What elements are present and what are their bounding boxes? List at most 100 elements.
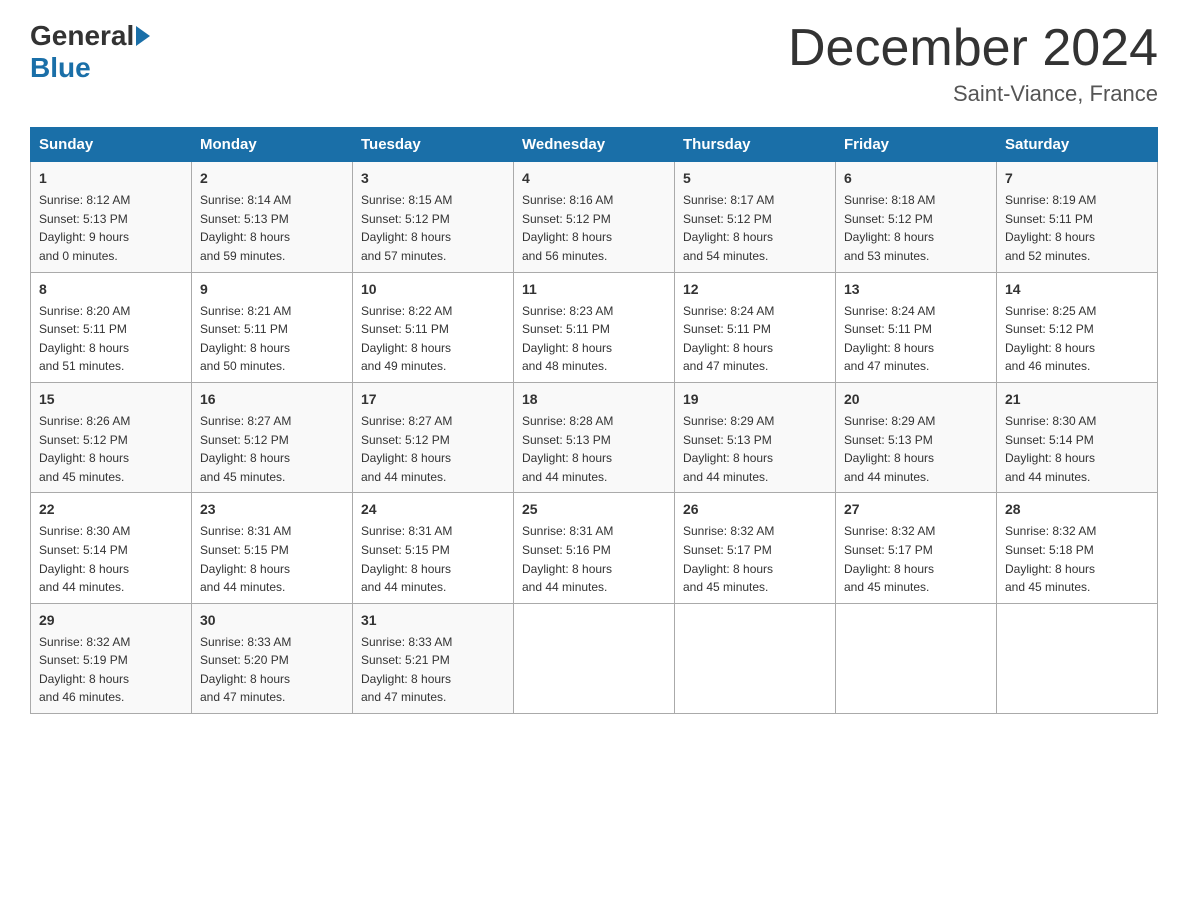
logo: General Blue <box>30 20 152 84</box>
calendar-cell: 8Sunrise: 8:20 AM Sunset: 5:11 PM Daylig… <box>31 272 192 382</box>
column-header-friday: Friday <box>836 128 997 162</box>
day-info: Sunrise: 8:30 AM Sunset: 5:14 PM Dayligh… <box>39 522 183 596</box>
day-info: Sunrise: 8:31 AM Sunset: 5:15 PM Dayligh… <box>200 522 344 596</box>
day-number: 29 <box>39 610 183 631</box>
calendar-table: SundayMondayTuesdayWednesdayThursdayFrid… <box>30 127 1158 714</box>
logo-blue-text: Blue <box>30 52 91 84</box>
day-number: 4 <box>522 168 666 189</box>
day-number: 17 <box>361 389 505 410</box>
day-info: Sunrise: 8:24 AM Sunset: 5:11 PM Dayligh… <box>683 302 827 376</box>
day-number: 12 <box>683 279 827 300</box>
calendar-cell: 6Sunrise: 8:18 AM Sunset: 5:12 PM Daylig… <box>836 162 997 272</box>
day-info: Sunrise: 8:32 AM Sunset: 5:18 PM Dayligh… <box>1005 522 1149 596</box>
day-number: 9 <box>200 279 344 300</box>
day-info: Sunrise: 8:14 AM Sunset: 5:13 PM Dayligh… <box>200 191 344 265</box>
column-header-sunday: Sunday <box>31 128 192 162</box>
calendar-cell: 25Sunrise: 8:31 AM Sunset: 5:16 PM Dayli… <box>514 493 675 603</box>
calendar-cell: 4Sunrise: 8:16 AM Sunset: 5:12 PM Daylig… <box>514 162 675 272</box>
day-info: Sunrise: 8:24 AM Sunset: 5:11 PM Dayligh… <box>844 302 988 376</box>
day-number: 5 <box>683 168 827 189</box>
day-number: 20 <box>844 389 988 410</box>
day-number: 2 <box>200 168 344 189</box>
calendar-cell: 17Sunrise: 8:27 AM Sunset: 5:12 PM Dayli… <box>353 382 514 492</box>
day-number: 26 <box>683 499 827 520</box>
day-number: 8 <box>39 279 183 300</box>
week-row-1: 1Sunrise: 8:12 AM Sunset: 5:13 PM Daylig… <box>31 162 1158 272</box>
day-info: Sunrise: 8:29 AM Sunset: 5:13 PM Dayligh… <box>683 412 827 486</box>
day-info: Sunrise: 8:21 AM Sunset: 5:11 PM Dayligh… <box>200 302 344 376</box>
calendar-cell: 7Sunrise: 8:19 AM Sunset: 5:11 PM Daylig… <box>997 162 1158 272</box>
day-number: 22 <box>39 499 183 520</box>
day-info: Sunrise: 8:19 AM Sunset: 5:11 PM Dayligh… <box>1005 191 1149 265</box>
calendar-cell: 10Sunrise: 8:22 AM Sunset: 5:11 PM Dayli… <box>353 272 514 382</box>
week-row-3: 15Sunrise: 8:26 AM Sunset: 5:12 PM Dayli… <box>31 382 1158 492</box>
calendar-cell: 24Sunrise: 8:31 AM Sunset: 5:15 PM Dayli… <box>353 493 514 603</box>
title-area: December 2024 Saint-Viance, France <box>788 20 1158 107</box>
calendar-cell <box>675 603 836 713</box>
day-info: Sunrise: 8:16 AM Sunset: 5:12 PM Dayligh… <box>522 191 666 265</box>
day-number: 3 <box>361 168 505 189</box>
day-info: Sunrise: 8:31 AM Sunset: 5:15 PM Dayligh… <box>361 522 505 596</box>
week-row-5: 29Sunrise: 8:32 AM Sunset: 5:19 PM Dayli… <box>31 603 1158 713</box>
calendar-cell: 19Sunrise: 8:29 AM Sunset: 5:13 PM Dayli… <box>675 382 836 492</box>
day-info: Sunrise: 8:17 AM Sunset: 5:12 PM Dayligh… <box>683 191 827 265</box>
day-info: Sunrise: 8:12 AM Sunset: 5:13 PM Dayligh… <box>39 191 183 265</box>
day-number: 19 <box>683 389 827 410</box>
calendar-cell: 31Sunrise: 8:33 AM Sunset: 5:21 PM Dayli… <box>353 603 514 713</box>
day-number: 14 <box>1005 279 1149 300</box>
calendar-cell: 27Sunrise: 8:32 AM Sunset: 5:17 PM Dayli… <box>836 493 997 603</box>
calendar-cell: 14Sunrise: 8:25 AM Sunset: 5:12 PM Dayli… <box>997 272 1158 382</box>
calendar-cell: 9Sunrise: 8:21 AM Sunset: 5:11 PM Daylig… <box>192 272 353 382</box>
calendar-cell: 13Sunrise: 8:24 AM Sunset: 5:11 PM Dayli… <box>836 272 997 382</box>
calendar-cell: 18Sunrise: 8:28 AM Sunset: 5:13 PM Dayli… <box>514 382 675 492</box>
day-info: Sunrise: 8:32 AM Sunset: 5:19 PM Dayligh… <box>39 633 183 707</box>
day-number: 23 <box>200 499 344 520</box>
calendar-cell: 22Sunrise: 8:30 AM Sunset: 5:14 PM Dayli… <box>31 493 192 603</box>
day-number: 13 <box>844 279 988 300</box>
calendar-cell: 30Sunrise: 8:33 AM Sunset: 5:20 PM Dayli… <box>192 603 353 713</box>
calendar-cell: 26Sunrise: 8:32 AM Sunset: 5:17 PM Dayli… <box>675 493 836 603</box>
day-info: Sunrise: 8:15 AM Sunset: 5:12 PM Dayligh… <box>361 191 505 265</box>
day-number: 6 <box>844 168 988 189</box>
day-number: 7 <box>1005 168 1149 189</box>
calendar-cell: 29Sunrise: 8:32 AM Sunset: 5:19 PM Dayli… <box>31 603 192 713</box>
calendar-cell: 16Sunrise: 8:27 AM Sunset: 5:12 PM Dayli… <box>192 382 353 492</box>
day-number: 15 <box>39 389 183 410</box>
day-number: 18 <box>522 389 666 410</box>
week-row-2: 8Sunrise: 8:20 AM Sunset: 5:11 PM Daylig… <box>31 272 1158 382</box>
day-number: 10 <box>361 279 505 300</box>
day-info: Sunrise: 8:32 AM Sunset: 5:17 PM Dayligh… <box>844 522 988 596</box>
calendar-cell: 15Sunrise: 8:26 AM Sunset: 5:12 PM Dayli… <box>31 382 192 492</box>
day-info: Sunrise: 8:27 AM Sunset: 5:12 PM Dayligh… <box>200 412 344 486</box>
logo-triangle-icon <box>136 26 150 46</box>
day-number: 21 <box>1005 389 1149 410</box>
column-header-thursday: Thursday <box>675 128 836 162</box>
calendar-cell <box>836 603 997 713</box>
day-info: Sunrise: 8:18 AM Sunset: 5:12 PM Dayligh… <box>844 191 988 265</box>
calendar-cell: 1Sunrise: 8:12 AM Sunset: 5:13 PM Daylig… <box>31 162 192 272</box>
day-info: Sunrise: 8:28 AM Sunset: 5:13 PM Dayligh… <box>522 412 666 486</box>
calendar-cell: 23Sunrise: 8:31 AM Sunset: 5:15 PM Dayli… <box>192 493 353 603</box>
day-info: Sunrise: 8:31 AM Sunset: 5:16 PM Dayligh… <box>522 522 666 596</box>
day-info: Sunrise: 8:23 AM Sunset: 5:11 PM Dayligh… <box>522 302 666 376</box>
day-info: Sunrise: 8:33 AM Sunset: 5:21 PM Dayligh… <box>361 633 505 707</box>
day-number: 1 <box>39 168 183 189</box>
day-number: 27 <box>844 499 988 520</box>
day-info: Sunrise: 8:32 AM Sunset: 5:17 PM Dayligh… <box>683 522 827 596</box>
week-row-4: 22Sunrise: 8:30 AM Sunset: 5:14 PM Dayli… <box>31 493 1158 603</box>
calendar-cell: 21Sunrise: 8:30 AM Sunset: 5:14 PM Dayli… <box>997 382 1158 492</box>
day-info: Sunrise: 8:20 AM Sunset: 5:11 PM Dayligh… <box>39 302 183 376</box>
calendar-cell: 3Sunrise: 8:15 AM Sunset: 5:12 PM Daylig… <box>353 162 514 272</box>
day-number: 28 <box>1005 499 1149 520</box>
month-title: December 2024 <box>788 20 1158 77</box>
page-header: General Blue December 2024 Saint-Viance,… <box>30 20 1158 107</box>
calendar-cell <box>997 603 1158 713</box>
calendar-cell <box>514 603 675 713</box>
column-header-tuesday: Tuesday <box>353 128 514 162</box>
logo-general-text: General <box>30 20 134 52</box>
day-number: 24 <box>361 499 505 520</box>
calendar-cell: 28Sunrise: 8:32 AM Sunset: 5:18 PM Dayli… <box>997 493 1158 603</box>
calendar-cell: 20Sunrise: 8:29 AM Sunset: 5:13 PM Dayli… <box>836 382 997 492</box>
day-info: Sunrise: 8:27 AM Sunset: 5:12 PM Dayligh… <box>361 412 505 486</box>
calendar-cell: 12Sunrise: 8:24 AM Sunset: 5:11 PM Dayli… <box>675 272 836 382</box>
